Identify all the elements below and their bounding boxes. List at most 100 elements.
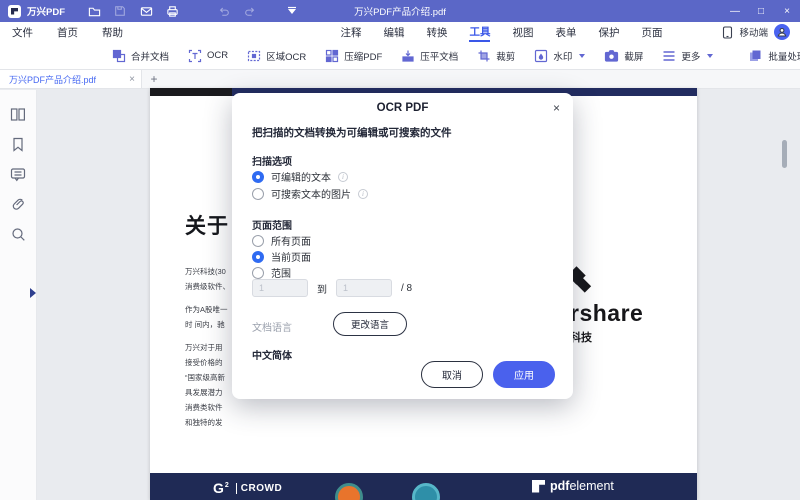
tab-edit[interactable]: 编辑 — [383, 22, 404, 42]
bookmark-icon[interactable] — [10, 136, 27, 153]
compress-pdf-button[interactable]: 压缩PDF — [325, 49, 382, 63]
info-icon[interactable]: i — [358, 188, 368, 199]
radio-label: 可编辑的文本 — [271, 173, 331, 184]
document-heading: 关于 — [185, 215, 229, 238]
compress-pdf-icon — [326, 49, 339, 62]
pdfelement-logo: pdfelement — [532, 479, 614, 493]
wondershare-logo: rshare 科技 — [567, 266, 697, 345]
radio-editable-text[interactable]: 可编辑的文本 i — [252, 169, 348, 184]
tab-view[interactable]: 视图 — [512, 22, 533, 42]
merge-documents-button[interactable]: 合并文档 — [112, 49, 169, 63]
close-button[interactable]: × — [774, 0, 800, 22]
area-ocr-icon — [248, 50, 261, 61]
award-badge-leader — [335, 483, 363, 500]
radio-current-page[interactable]: 当前页面 — [252, 249, 311, 264]
radio-unselected-icon — [252, 266, 264, 279]
info-icon[interactable]: i — [338, 171, 348, 182]
flatten-document-icon — [402, 50, 414, 62]
toolbar: 合并文档 OCR 区域OCR 压缩PDF 压平文档 裁剪 水印 截屏 更多 批量… — [0, 42, 800, 70]
redo-icon[interactable] — [239, 3, 261, 19]
more-icon — [663, 50, 675, 61]
merge-documents-icon — [112, 49, 126, 62]
award-badge-momentum — [412, 483, 440, 500]
dialog-close-icon[interactable]: × — [553, 101, 560, 115]
document-tab[interactable]: 万兴PDF产品介绍.pdf × — [0, 70, 142, 88]
flatten-document-button[interactable]: 压平文档 — [401, 49, 458, 63]
minimize-button[interactable]: — — [722, 0, 748, 22]
page-footer-banner: G2 CROWD pdfelement — [150, 473, 697, 500]
tab-convert[interactable]: 转换 — [426, 22, 447, 42]
open-folder-icon[interactable] — [83, 3, 105, 19]
undo-icon[interactable] — [213, 3, 235, 19]
watermark-dropdown-caret — [579, 53, 586, 58]
range-from-input[interactable] — [252, 279, 308, 297]
window-controls: — □ × — [722, 0, 800, 22]
tab-form[interactable]: 表单 — [555, 22, 576, 42]
tab-close-icon[interactable]: × — [129, 74, 135, 85]
menu-home[interactable]: 首页 — [57, 22, 78, 42]
user-icon — [777, 27, 787, 37]
batch-process-button[interactable]: 批量处理 — [748, 49, 800, 63]
apply-button[interactable]: 应用 — [493, 361, 555, 388]
search-icon[interactable] — [10, 226, 27, 243]
comment-icon[interactable] — [10, 166, 27, 183]
current-language: 中文简体 — [252, 351, 292, 362]
scan-options-title: 扫描选项 — [252, 157, 292, 168]
range-inputs-row: 到 / 8 — [252, 279, 412, 297]
g2-crowd-logo: G2 CROWD — [213, 480, 283, 496]
document-tab-title: 万兴PDF产品介绍.pdf — [9, 74, 97, 85]
document-language-label: 文档语言 — [252, 323, 292, 334]
range-total-label: / 8 — [401, 282, 413, 294]
menu-help[interactable]: 帮助 — [102, 22, 123, 42]
wondershare-logo-icon — [567, 266, 600, 296]
watermark-button[interactable]: 水印 — [534, 49, 586, 63]
new-tab-button[interactable]: + — [142, 70, 166, 88]
expand-panel-arrow-icon[interactable] — [30, 288, 36, 298]
cancel-button[interactable]: 取消 — [421, 361, 483, 388]
radio-selected-icon — [252, 250, 264, 263]
change-language-button[interactable]: 更改语言 — [333, 312, 408, 336]
mobile-label[interactable]: 移动端 — [739, 25, 768, 39]
thumbnails-icon[interactable] — [10, 106, 27, 123]
batch-process-icon — [750, 50, 761, 61]
screenshot-icon — [605, 49, 619, 62]
wondershare-logo-text: rshare — [570, 300, 644, 326]
caret-down-icon[interactable] — [281, 3, 303, 19]
maximize-button[interactable]: □ — [748, 0, 774, 22]
save-icon[interactable] — [109, 3, 131, 19]
app-logo-icon — [8, 4, 21, 18]
crop-button[interactable]: 裁剪 — [477, 49, 515, 63]
user-avatar[interactable] — [774, 24, 790, 40]
radio-label: 当前页面 — [271, 253, 311, 264]
range-to-input[interactable] — [336, 279, 392, 297]
screenshot-button[interactable]: 截屏 — [604, 49, 643, 63]
tab-protect[interactable]: 保护 — [598, 22, 619, 42]
menu-file[interactable]: 文件 — [12, 22, 33, 42]
radio-unselected-icon — [252, 234, 264, 247]
range-to-label: 到 — [317, 284, 327, 296]
vertical-scrollbar[interactable] — [782, 140, 787, 168]
mail-icon[interactable] — [135, 3, 157, 19]
tab-comment[interactable]: 注释 — [340, 22, 361, 42]
app-name: 万兴PDF — [27, 7, 66, 18]
radio-all-pages[interactable]: 所有页面 — [252, 233, 311, 248]
attachment-icon[interactable] — [10, 196, 27, 213]
tab-page[interactable]: 页面 — [641, 22, 662, 42]
ocr-icon — [188, 49, 202, 62]
ocr-dialog: OCR PDF × 把扫描的文档转换为可编辑或可搜索的文件 扫描选项 可编辑的文… — [232, 93, 573, 399]
watermark-icon — [535, 49, 548, 62]
more-button[interactable]: 更多 — [662, 49, 714, 63]
radio-range[interactable]: 范围 — [252, 265, 291, 280]
page-range-title: 页面范围 — [252, 221, 292, 232]
print-icon[interactable] — [161, 3, 183, 19]
area-ocr-button[interactable]: 区域OCR — [247, 49, 306, 63]
menubar: 文件 首页 帮助 注释 编辑 转换 工具 视图 表单 保护 页面 移动端 — [0, 22, 800, 42]
dialog-description: 把扫描的文档转换为可编辑或可搜索的文件 — [252, 127, 452, 139]
document-tabbar: 万兴PDF产品介绍.pdf × + — [0, 70, 800, 89]
tab-tools[interactable]: 工具 — [469, 22, 491, 42]
radio-unselected-icon — [252, 187, 264, 200]
crop-icon — [478, 50, 490, 61]
radio-searchable-image[interactable]: 可搜索文本的图片 i — [252, 186, 368, 201]
pdfelement-logo-icon — [532, 479, 545, 493]
ocr-button[interactable]: OCR — [188, 49, 228, 63]
